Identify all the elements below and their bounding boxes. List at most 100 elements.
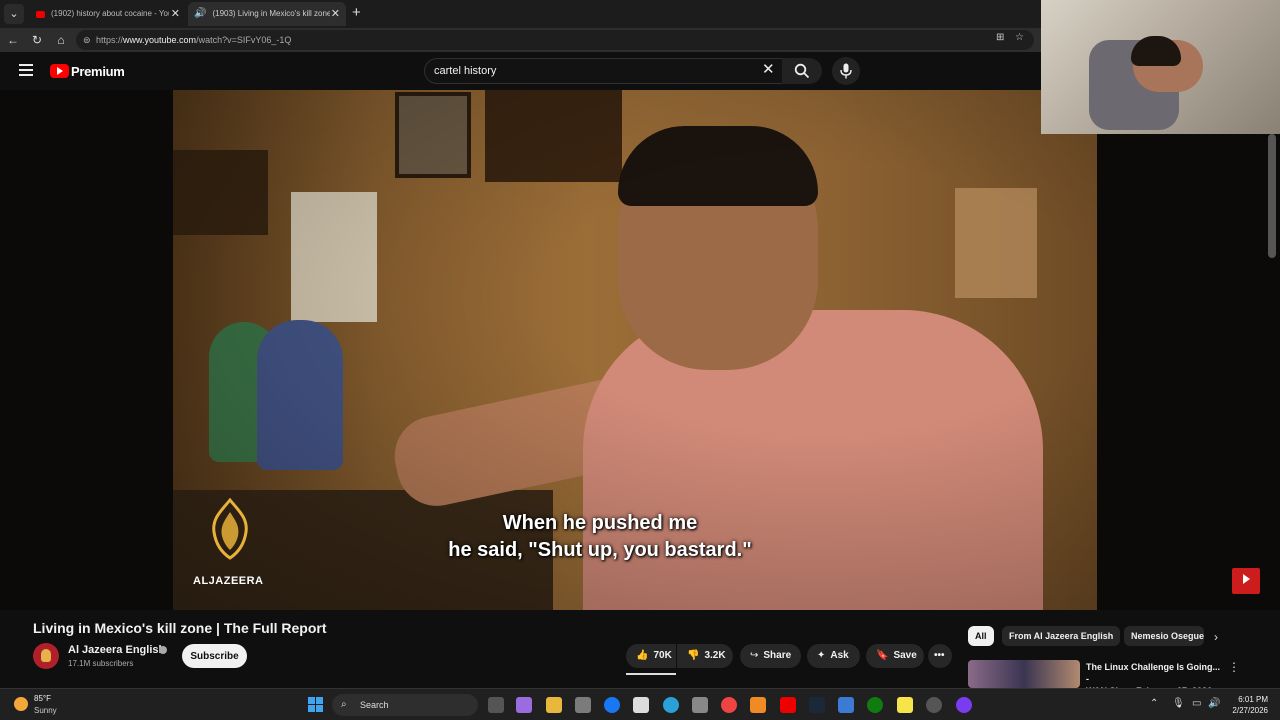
- taskbar-search[interactable]: ⌕ Search: [332, 694, 478, 716]
- youtube-favicon-icon: [36, 10, 45, 18]
- close-tab-icon[interactable]: ✕: [331, 2, 340, 26]
- like-indicator: [626, 673, 676, 675]
- weather-temperature[interactable]: 85°F: [34, 694, 51, 703]
- tab-label: (1903) Living in Mexico's kill zone: [212, 9, 331, 18]
- app-icon[interactable]: [838, 697, 854, 713]
- youtube-app-icon[interactable]: [780, 697, 796, 713]
- search-input[interactable]: cartel history: [424, 58, 788, 84]
- speaker-icon[interactable]: 🔊: [194, 2, 206, 26]
- network-icon[interactable]: ▭: [1192, 698, 1201, 709]
- microsoft-store-icon[interactable]: [575, 697, 591, 713]
- like-count: 70K: [653, 650, 672, 661]
- video-title: Living in Mexico's kill zone | The Full …: [33, 620, 327, 636]
- channel-name[interactable]: Al Jazeera English: [68, 644, 165, 656]
- back-arrow-icon[interactable]: ←: [5, 32, 21, 48]
- chrome-icon[interactable]: [721, 697, 737, 713]
- tab-list-chevron-icon[interactable]: ⌄: [4, 4, 24, 24]
- youtube-logo-icon[interactable]: [50, 64, 69, 78]
- webcam-overlay: [1041, 0, 1280, 134]
- thumbs-up-icon: 👍: [636, 650, 649, 661]
- taskbar-search-label: Search: [360, 700, 389, 710]
- tab-label: (1902) history about cocaine - YouTube: [51, 9, 169, 18]
- steam-icon[interactable]: [809, 697, 825, 713]
- like-button[interactable]: 👍 70K: [626, 644, 676, 668]
- bookmark-icon: 🔖: [876, 650, 889, 661]
- ask-label: Ask: [830, 650, 849, 661]
- url-host: www.youtube.com: [123, 35, 197, 45]
- file-explorer-icon[interactable]: [546, 697, 562, 713]
- recommended-thumbnail[interactable]: [968, 660, 1080, 688]
- tab-history-about-cocaine[interactable]: (1902) history about cocaine - YouTube ✕: [28, 2, 186, 26]
- thumbs-down-icon: 👎: [687, 650, 700, 661]
- chip-nemesio[interactable]: Nemesio Oseguera: [1124, 626, 1204, 646]
- task-view-icon[interactable]: [488, 697, 504, 713]
- clear-search-icon[interactable]: ✕: [762, 60, 775, 78]
- close-tab-icon[interactable]: ✕: [171, 2, 180, 26]
- app-available-icon[interactable]: ⊞: [996, 32, 1004, 43]
- video-subtitle: When he pushed me he said, "Shut up, you…: [300, 510, 900, 564]
- url-path: /watch?v=SIFvY06_-1Q: [196, 35, 292, 45]
- weather-condition[interactable]: Sunny: [34, 706, 57, 715]
- system-clock[interactable]: 6:01 PM 2/27/2026: [1226, 694, 1268, 716]
- ask-button[interactable]: ✦ Ask: [807, 644, 860, 668]
- page-scrollbar[interactable]: [1268, 134, 1276, 258]
- more-vertical-icon[interactable]: ⋮: [1228, 660, 1240, 674]
- subscriber-count: 17.1M subscribers: [68, 659, 134, 668]
- tab-living-in-mexico[interactable]: 🔊 (1903) Living in Mexico's kill zone ✕: [188, 2, 346, 26]
- verified-badge-icon: [159, 646, 167, 654]
- site-info-icon[interactable]: ⊜: [83, 30, 91, 50]
- share-arrow-icon: ↪: [750, 650, 759, 661]
- al-jazeera-watermark: ALJAZEERA: [193, 575, 264, 587]
- home-icon[interactable]: ⌂: [53, 32, 69, 48]
- xbox-icon[interactable]: [867, 697, 883, 713]
- chip-from-al-jazeera[interactable]: From Al Jazeera English: [1002, 626, 1121, 646]
- save-label: Save: [893, 650, 917, 661]
- app-circle-icon[interactable]: [956, 697, 972, 713]
- search-button[interactable]: [782, 58, 822, 84]
- show-hidden-icons-chevron-icon[interactable]: ⌃: [1150, 698, 1158, 709]
- volume-icon[interactable]: 🔊: [1208, 698, 1220, 709]
- menu-icon[interactable]: [19, 64, 33, 76]
- refresh-icon[interactable]: ↻: [29, 32, 45, 48]
- save-button[interactable]: 🔖 Save: [866, 644, 924, 668]
- search-icon: [794, 63, 810, 79]
- weather-sun-icon[interactable]: [14, 697, 28, 711]
- amazon-icon[interactable]: [633, 697, 649, 713]
- calculator-icon[interactable]: [692, 697, 708, 713]
- more-actions-button[interactable]: •••: [928, 644, 952, 668]
- dislike-button[interactable]: 👎 3.2K: [677, 644, 733, 668]
- subscribe-button[interactable]: Subscribe: [182, 644, 247, 668]
- video-player[interactable]: When he pushed me he said, "Shut up, you…: [0, 90, 1280, 610]
- share-label: Share: [763, 650, 792, 661]
- url-prefix: https://: [96, 35, 124, 45]
- subtitle-line: he said, "Shut up, you bastard.": [448, 539, 752, 561]
- favorite-star-icon[interactable]: ☆: [1015, 32, 1024, 43]
- dislike-count: 3.2K: [704, 650, 726, 661]
- voice-search-button[interactable]: [832, 57, 860, 85]
- al-jazeera-logo-icon: [212, 498, 248, 560]
- edge-browser-icon[interactable]: [663, 697, 679, 713]
- youtube-premium-logo[interactable]: Premium: [71, 64, 125, 79]
- facebook-icon[interactable]: [604, 697, 620, 713]
- microphone-tray-icon[interactable]: 🎙: [1172, 698, 1185, 709]
- address-bar[interactable]: ⊜ https://www.youtube.com/watch?v=SIFvY0…: [76, 30, 1034, 50]
- subtitle-line: When he pushed me: [502, 512, 698, 534]
- copilot-icon[interactable]: [516, 697, 532, 713]
- clock-time: 6:01 PM: [1238, 695, 1268, 704]
- share-button[interactable]: ↪ Share: [740, 644, 801, 668]
- chevron-right-icon[interactable]: ›: [1214, 630, 1218, 644]
- microphone-icon: [840, 63, 852, 79]
- new-tab-icon[interactable]: +: [352, 4, 361, 22]
- recommended-title-line: The Linux Challenge Is Going... -: [1086, 662, 1221, 684]
- channel-avatar[interactable]: [33, 643, 59, 669]
- sticky-notes-icon[interactable]: [897, 697, 913, 713]
- more-horizontal-icon: •••: [934, 650, 945, 661]
- settings-gear-icon[interactable]: [926, 697, 942, 713]
- windows-start-icon[interactable]: [308, 697, 324, 713]
- windows-taskbar: 85°F Sunny ⌕ Search ⌃ 🎙 ▭ 🔊 6:01 PM 2/27/…: [0, 688, 1280, 720]
- sparkle-icon: ✦: [817, 650, 826, 661]
- vlc-icon[interactable]: [750, 697, 766, 713]
- subscribe-watermark-icon[interactable]: [1232, 568, 1260, 594]
- chip-all[interactable]: All: [968, 626, 994, 646]
- search-icon: ⌕: [341, 699, 347, 710]
